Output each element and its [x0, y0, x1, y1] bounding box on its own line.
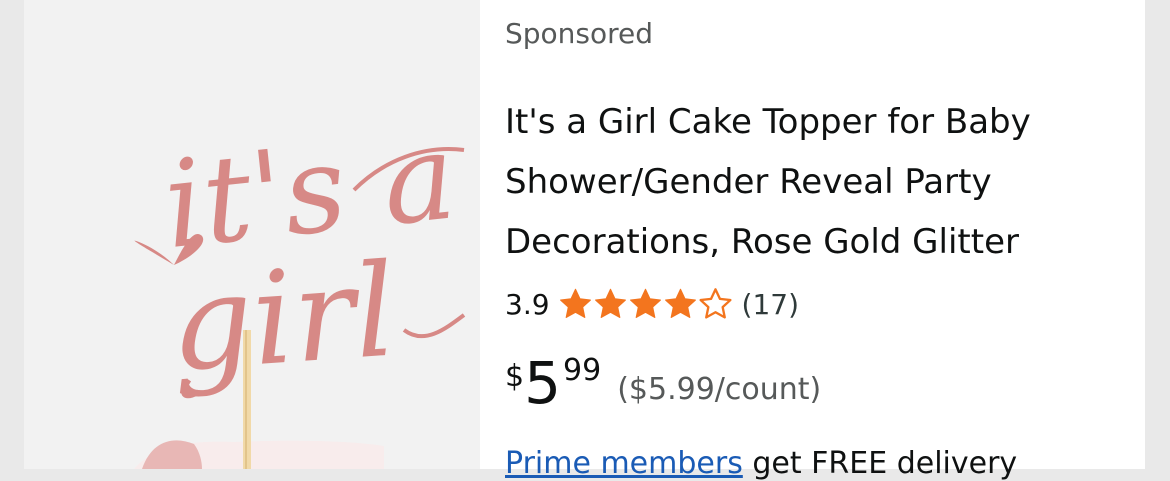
topper-line-2: girl — [166, 236, 401, 400]
product-title-line[interactable]: Shower/Gender Reveal Party — [505, 152, 1115, 212]
star-filled-icon — [664, 288, 696, 318]
product-image[interactable]: it's a girl — [24, 0, 480, 469]
price: $ 5 99 ($5.99/count) — [505, 348, 821, 418]
star-rating[interactable] — [558, 287, 733, 322]
price-whole: 5 — [524, 349, 561, 417]
delivery-info: Prime members get FREE delivery — [505, 446, 1017, 481]
star-filled-icon — [629, 288, 661, 318]
prime-members-link[interactable]: Prime members — [505, 446, 743, 481]
star-empty-icon — [698, 287, 732, 319]
rating-row[interactable]: 3.9 (17) — [505, 284, 799, 324]
rating-count-link[interactable]: (17) — [742, 288, 799, 321]
star-filled-icon — [594, 288, 626, 318]
product-card[interactable]: it's a girl Sponsored It's a Girl Cake T… — [24, 0, 1145, 481]
price-fraction: 99 — [563, 353, 602, 388]
cake-topper-illustration: it's a girl — [134, 107, 466, 469]
product-title-link[interactable]: It's a Girl Cake Topper for Baby Shower/… — [505, 92, 1115, 272]
product-title-line[interactable]: Decorations, Rose Gold Glitter — [505, 212, 1115, 272]
product-title-line[interactable]: It's a Girl Cake Topper for Baby — [505, 92, 1115, 152]
star-filled-icon — [559, 288, 591, 318]
rating-value: 3.9 — [505, 287, 550, 321]
delivery-text: get FREE delivery — [752, 446, 1018, 481]
price-symbol: $ — [505, 359, 525, 394]
sponsored-label: Sponsored — [505, 17, 654, 50]
unit-price: ($5.99/count) — [617, 372, 822, 407]
